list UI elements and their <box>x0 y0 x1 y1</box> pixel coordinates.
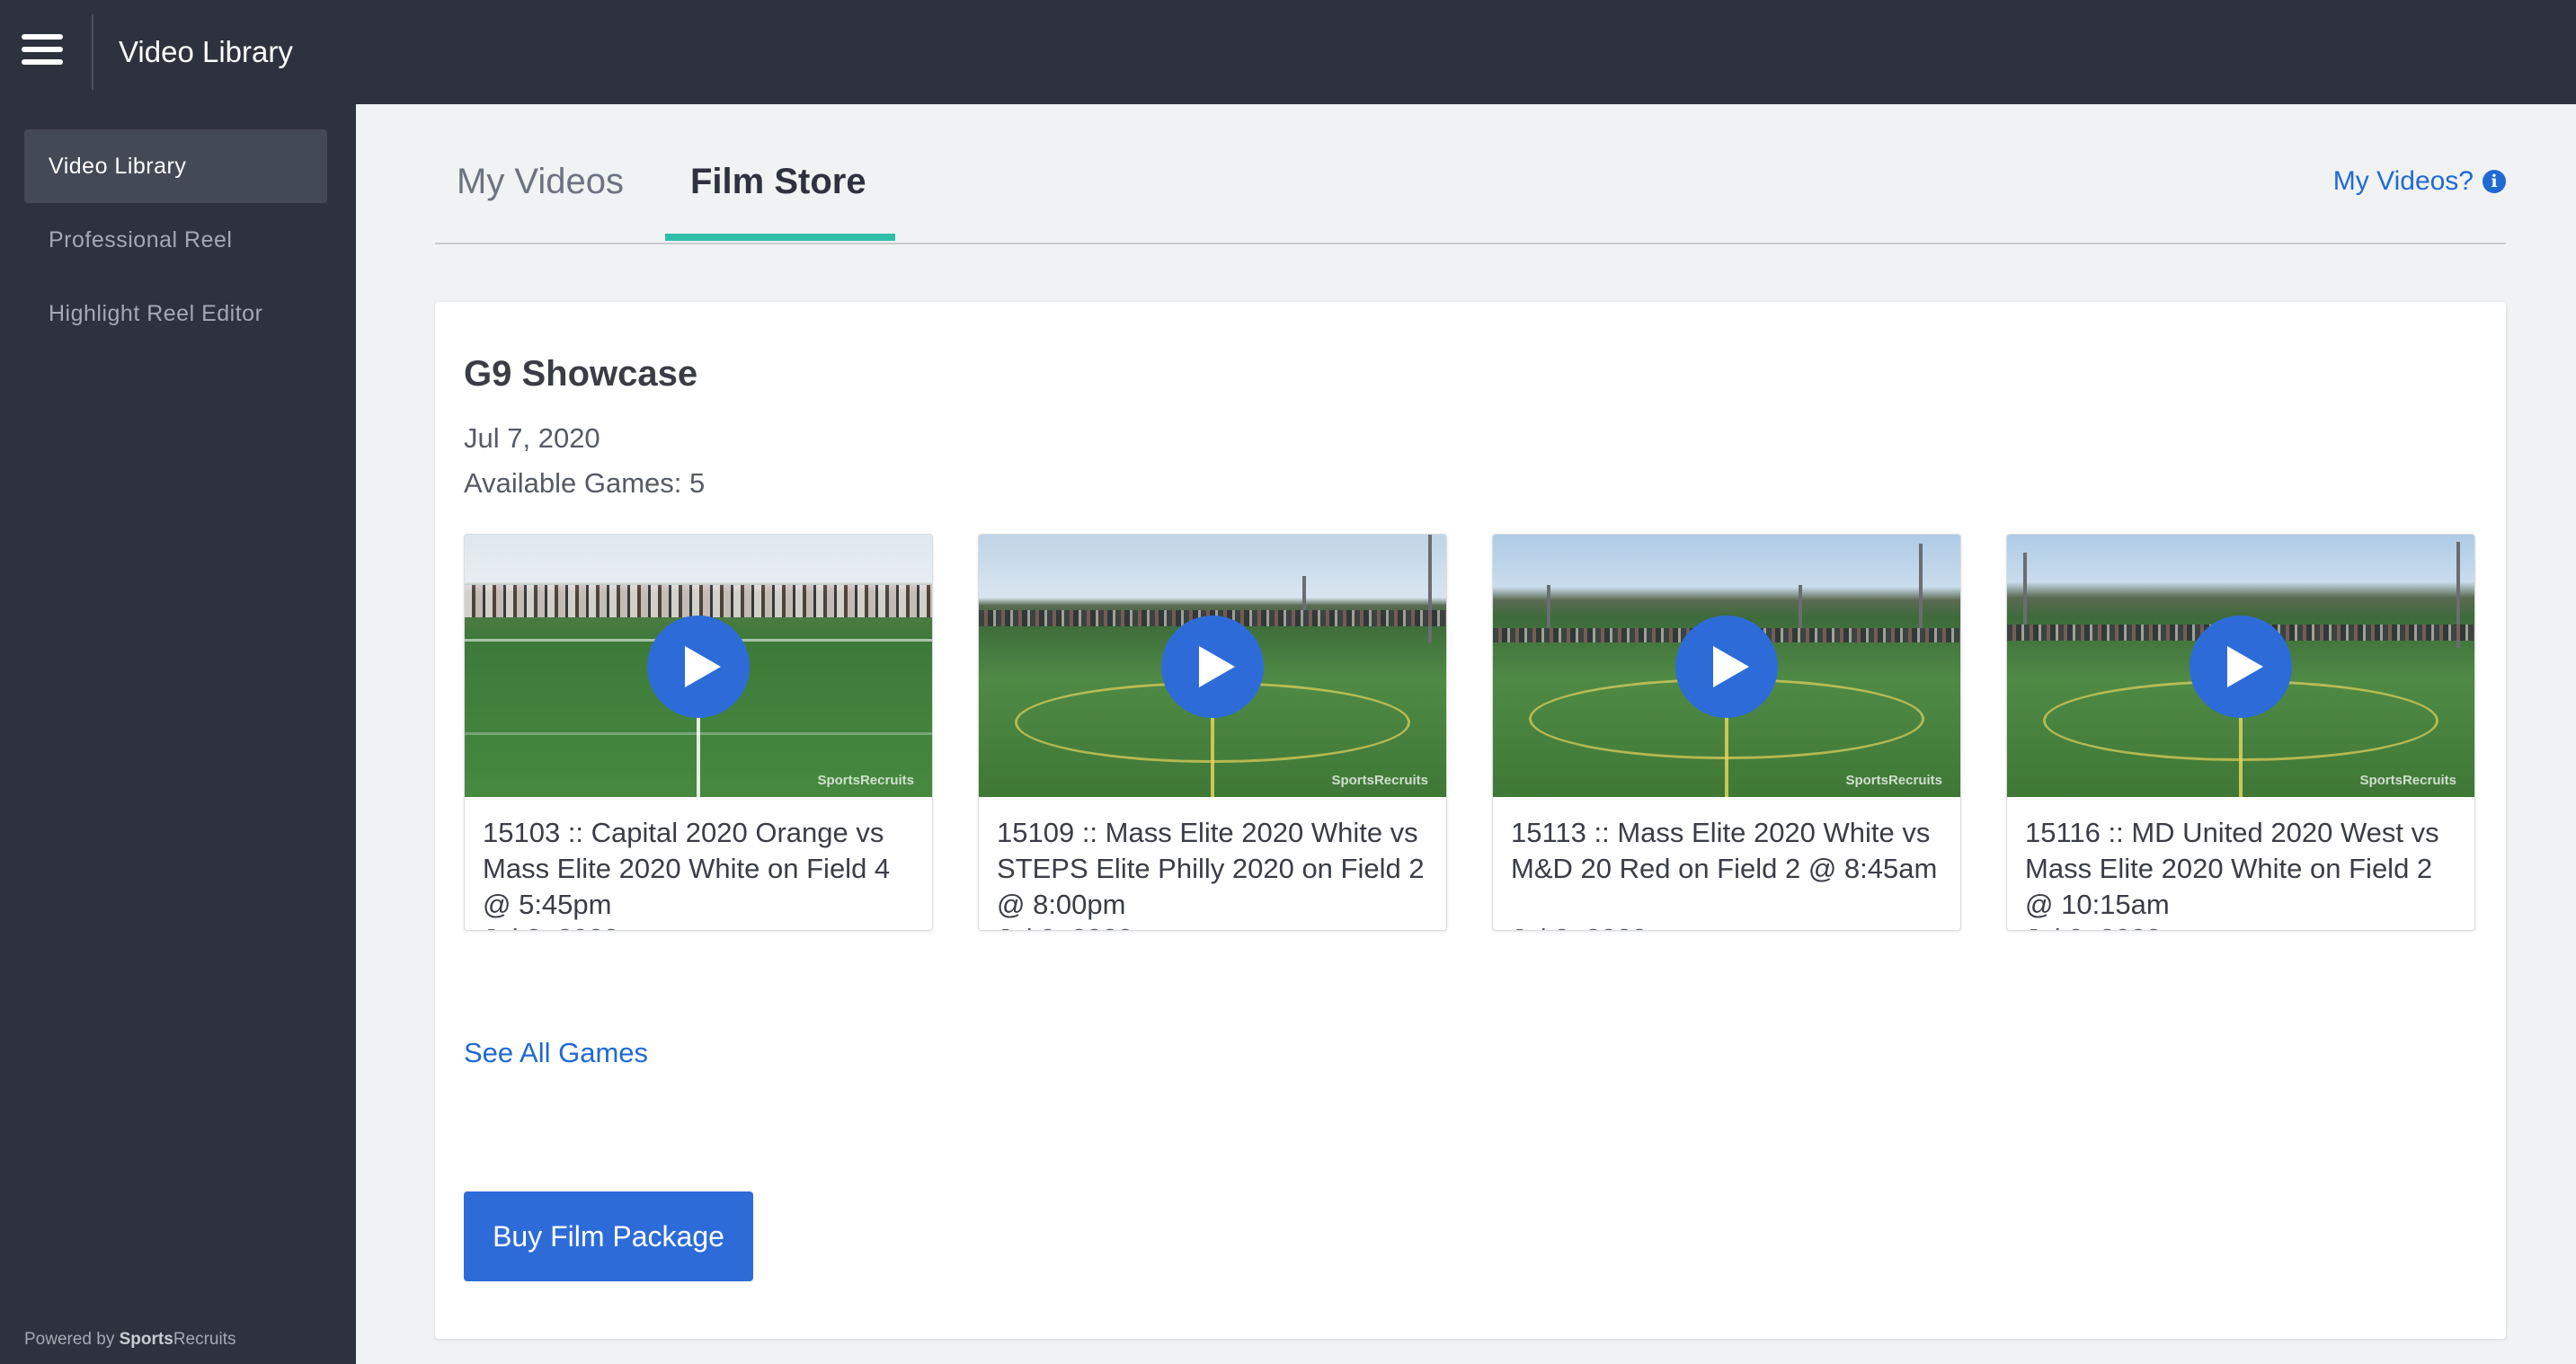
game-date: Jul 8, 2020 <box>483 921 619 930</box>
event-title: G9 Showcase <box>464 354 698 394</box>
sidebar-item-highlight-reel-editor[interactable]: Highlight Reel Editor <box>24 277 327 350</box>
help-link-label: My Videos? <box>2332 166 2474 196</box>
tab-film-store[interactable]: Film Store <box>690 153 866 210</box>
game-title: 15109 :: Mass Elite 2020 White vs STEPS … <box>997 817 1425 920</box>
event-card: G9 Showcase Jul 7, 2020 Available Games:… <box>435 302 2506 1339</box>
hamburger-menu-icon[interactable] <box>22 32 63 66</box>
header-divider <box>92 14 93 90</box>
video-thumbnail[interactable]: SportsRecruits <box>1493 535 1960 797</box>
active-tab-indicator <box>665 234 895 241</box>
play-icon[interactable] <box>1675 616 1778 718</box>
video-watermark: SportsRecruits <box>2359 773 2456 788</box>
my-videos-help-link[interactable]: My Videos? i <box>2333 160 2506 203</box>
powered-by-footer: Powered by SportsRecruits <box>24 1330 236 1350</box>
play-icon[interactable] <box>1161 616 1264 718</box>
play-icon[interactable] <box>2190 616 2292 718</box>
game-date: Jul 9, 2020 <box>2025 921 2162 930</box>
video-thumbnail[interactable]: SportsRecruits <box>2007 535 2474 797</box>
play-icon[interactable] <box>647 616 750 718</box>
game-title: 15116 :: MD United 2020 West vs Mass Eli… <box>2025 817 2439 920</box>
brand-logo-bold: Sports <box>119 1330 173 1349</box>
available-games-count: Available Games: 5 <box>464 467 706 499</box>
game-date: Jul 9, 2020 <box>997 921 1133 930</box>
game-card[interactable]: SportsRecruits 15103 :: Capital 2020 Ora… <box>464 534 933 931</box>
video-thumbnail[interactable]: SportsRecruits <box>465 535 932 797</box>
game-title: 15113 :: Mass Elite 2020 White vs M&D 20… <box>1511 817 1938 884</box>
game-date: Jul 9, 2020 <box>1511 921 1648 930</box>
app-title: Video Library <box>119 35 293 68</box>
tab-bar: My Videos Film Store My Videos? i <box>435 135 2506 244</box>
event-date: Jul 7, 2020 <box>464 422 600 454</box>
powered-by-label: Powered by <box>24 1330 115 1349</box>
top-bar: Video Library <box>0 0 2576 104</box>
info-circle-icon: i <box>2483 170 2506 193</box>
tab-my-videos[interactable]: My Videos <box>457 153 624 210</box>
game-card[interactable]: SportsRecruits 15113 :: Mass Elite 2020 … <box>1492 534 1961 931</box>
video-watermark: SportsRecruits <box>1845 773 1942 788</box>
sidebar-item-video-library[interactable]: Video Library <box>24 129 327 203</box>
brand-logo-regular: Recruits <box>173 1330 236 1349</box>
sidebar-item-professional-reel[interactable]: Professional Reel <box>24 203 327 277</box>
sidebar: Video Library Professional Reel Highligh… <box>0 104 356 1364</box>
buy-film-package-button[interactable]: Buy Film Package <box>464 1191 753 1281</box>
video-thumbnail[interactable]: SportsRecruits <box>979 535 1446 797</box>
game-card[interactable]: SportsRecruits 15116 :: MD United 2020 W… <box>2006 534 2475 931</box>
see-all-games-link[interactable]: See All Games <box>464 1032 648 1075</box>
video-watermark: SportsRecruits <box>1331 773 1428 788</box>
video-watermark: SportsRecruits <box>817 773 914 788</box>
game-title: 15103 :: Capital 2020 Orange vs Mass Eli… <box>483 817 891 920</box>
game-card[interactable]: SportsRecruits 15109 :: Mass Elite 2020 … <box>978 534 1447 931</box>
